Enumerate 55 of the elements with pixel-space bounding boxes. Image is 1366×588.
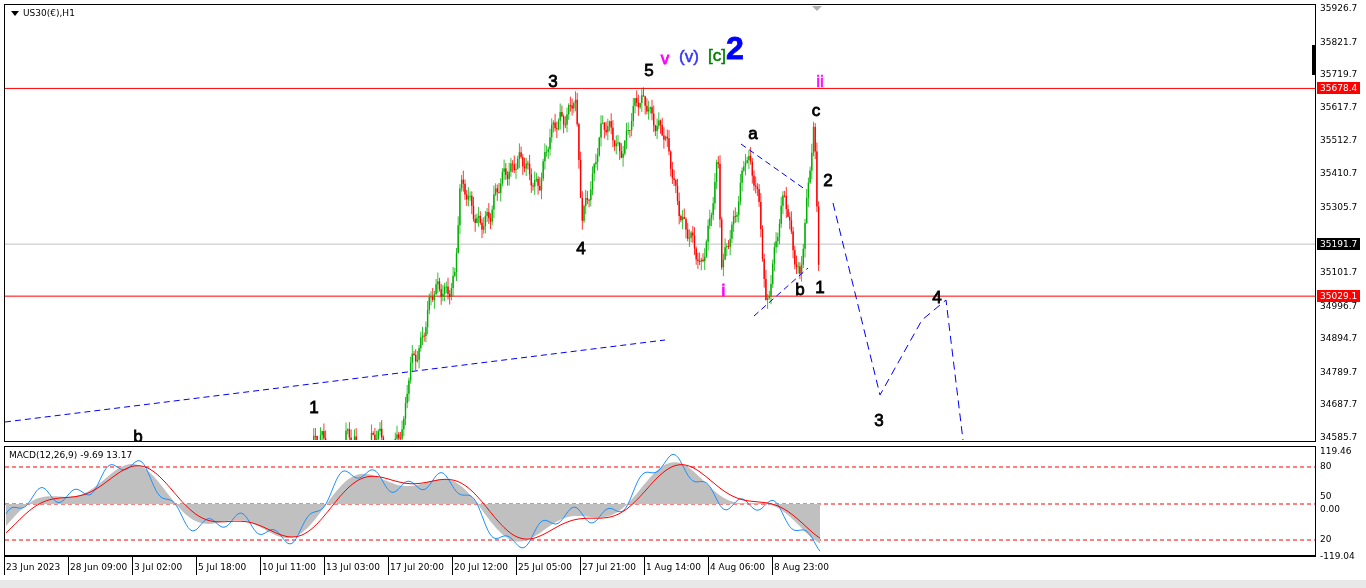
- price-label: 35410.7: [1320, 167, 1358, 181]
- wave-label: [c]: [708, 46, 726, 65]
- wave-label: 3: [874, 411, 884, 430]
- price-label: 34585.7: [1320, 431, 1358, 444]
- price-label: 35101.7: [1320, 265, 1358, 279]
- wave-label: ii: [816, 72, 824, 91]
- time-label: 1 Aug 14:00: [644, 557, 708, 575]
- time-label: 28 Jun 09:00: [68, 557, 132, 575]
- time-label: 3 Jul 02:00: [132, 557, 196, 575]
- price-label: 35617.7: [1320, 100, 1358, 114]
- wave-label: c: [811, 101, 821, 120]
- indicator-scale-label: 20: [1320, 533, 1332, 546]
- indicator-scale-label: -119.04: [1320, 550, 1355, 563]
- time-label: 17 Jul 20:00: [388, 557, 452, 575]
- price-tag: 35191.7: [1317, 238, 1361, 251]
- price-tag: 35029.1: [1317, 290, 1361, 303]
- wave-label: i: [721, 281, 726, 300]
- price-label: 34894.7: [1320, 332, 1358, 346]
- wave-label: 1: [309, 398, 319, 417]
- price-label: 35821.7: [1320, 35, 1358, 49]
- wave-label: 1: [815, 278, 825, 297]
- price-label: 35719.7: [1320, 68, 1358, 82]
- time-label: 10 Jul 11:00: [260, 557, 324, 575]
- wave-label: (v): [679, 47, 699, 66]
- time-label: 27 Jul 21:00: [580, 557, 644, 575]
- indicator-title: MACD(12,26,9) -9.69 13.17: [9, 450, 133, 460]
- wave-label: b: [795, 280, 805, 299]
- wave-label: 3: [548, 72, 558, 91]
- time-label: 8 Aug 23:00: [772, 557, 836, 575]
- indicator-scale-label: 119.46: [1320, 445, 1352, 458]
- dropdown-caret-icon[interactable]: [11, 10, 19, 16]
- wedge-line: [753, 267, 809, 317]
- price-label: 34789.7: [1320, 365, 1358, 379]
- indicator-scale-label: 0.00: [1320, 503, 1341, 516]
- triangle-icon: [812, 6, 822, 11]
- time-label: 20 Jul 12:00: [452, 557, 516, 575]
- price-label: 35926.7: [1320, 2, 1358, 15]
- wave-label: 5: [644, 61, 654, 80]
- price-label: 35305.7: [1320, 200, 1358, 214]
- indicator-scale-label: 50: [1320, 490, 1332, 503]
- time-label: 4 Aug 06:00: [708, 557, 772, 575]
- price-tag: 35678.4: [1317, 82, 1361, 95]
- symbol-label: US30(€),H1: [23, 8, 75, 18]
- wave-label: a: [748, 124, 758, 143]
- wave-label: 2: [823, 171, 833, 190]
- price-label: 35512.7: [1320, 134, 1358, 148]
- time-label: 5 Jul 18:00: [196, 557, 260, 575]
- time-label: 13 Jul 03:00: [324, 557, 388, 575]
- wave-label: v: [660, 49, 670, 68]
- price-label: 34687.7: [1320, 398, 1358, 412]
- wave-label: 4: [576, 239, 586, 258]
- indicator-scale-label: 80: [1320, 460, 1332, 473]
- wave-label: 2: [726, 30, 744, 66]
- time-label: 25 Jul 05:00: [516, 557, 580, 575]
- time-label: 23 Jun 2023: [4, 557, 68, 575]
